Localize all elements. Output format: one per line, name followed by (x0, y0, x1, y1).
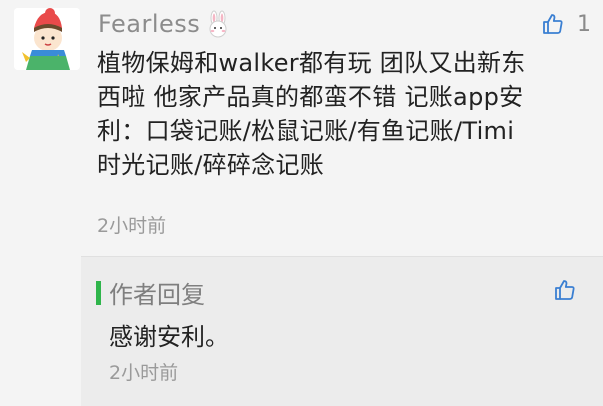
author-reply-label: 作者回复 (109, 281, 205, 309)
reply-thumbs-up-icon[interactable] (553, 278, 577, 302)
thumbs-up-icon[interactable] (541, 12, 565, 36)
comment-like-group[interactable]: 1 (541, 8, 591, 40)
comment-line: 时光记账/碎碎念记账 (97, 151, 325, 179)
username[interactable]: Fearless (98, 10, 200, 38)
comment-timestamp: 2小时前 (97, 215, 167, 237)
comment-line: 西啦 他家产品真的都蛮不错 记账app安 (97, 83, 524, 111)
author-reply: 作者回复 感谢安利。 2小时前 (81, 256, 603, 406)
author-indicator-bar (96, 281, 101, 305)
avatar[interactable] (14, 8, 80, 70)
reply-text: 感谢安利。 (109, 323, 229, 351)
like-count: 1 (577, 11, 591, 37)
reply-timestamp: 2小时前 (109, 362, 179, 384)
comment-line: 利：口袋记账/松鼠记账/有鱼记账/Timi (97, 117, 515, 145)
rabbit-icon (209, 10, 227, 38)
comment-header: Fearless (98, 6, 232, 42)
avatar-illustration (14, 8, 80, 70)
comment-text: 植物保姆和walker都有玩 团队又出新东 西啦 他家产品真的都蛮不错 记账ap… (97, 46, 587, 182)
comment-line: 植物保姆和walker都有玩 团队又出新东 (97, 49, 526, 77)
